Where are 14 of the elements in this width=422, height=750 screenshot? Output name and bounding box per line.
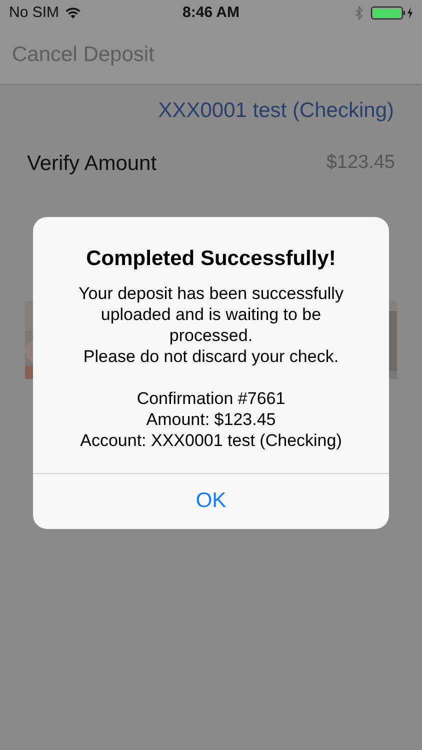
carrier-label: No SIM [9,2,60,23]
alert-detail: Confirmation #7661 [136,388,286,408]
alert-title: Completed Successfully! [86,246,336,272]
alert-message: Your deposit has been successfully uploaded and is waiting to be processed. [78,282,344,346]
ok-button[interactable]: OK [33,472,389,528]
wifi-icon [65,7,82,19]
row-label: Verify Amount [27,150,157,177]
account-name: XXX0001 test (Checking) [158,98,394,124]
status-time: 8:46 AM [182,2,240,23]
alert-detail: Account: XXX0001 test (Checking) [80,430,342,450]
bluetooth-icon [355,6,363,20]
alert-message: Please do not discard your check. [83,346,339,366]
battery-icon [371,6,413,20]
alert-detail: Amount: $123.45 [146,408,276,430]
